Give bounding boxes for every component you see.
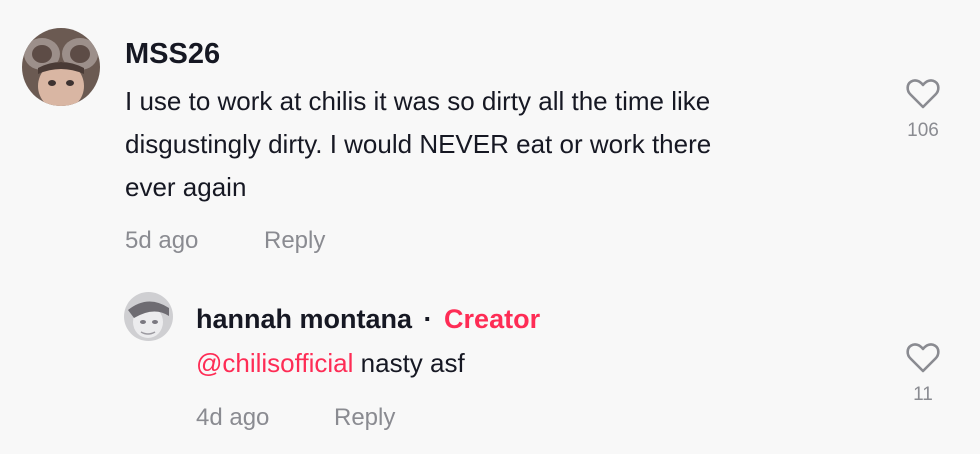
- reply-reply-button[interactable]: Reply: [334, 404, 395, 432]
- reply-text-body: nasty asf: [353, 348, 465, 378]
- reply-like-button[interactable]: 11: [893, 342, 953, 406]
- heart-outline-icon: [906, 79, 940, 109]
- comment-like-button[interactable]: 106: [893, 78, 953, 142]
- reply-separator: ·: [423, 304, 433, 334]
- reply-text: @chilisofficial nasty asf: [196, 342, 465, 385]
- reply-avatar[interactable]: [124, 292, 173, 341]
- reply-timestamp: 4d ago: [196, 404, 270, 431]
- comment-timestamp: 5d ago: [125, 227, 199, 254]
- heart-outline-icon: [906, 343, 940, 373]
- user-photo-avatar-icon: [22, 28, 100, 106]
- comment-like-count: 106: [907, 120, 939, 141]
- comment-reply-button[interactable]: Reply: [264, 227, 325, 255]
- reply-username-row: hannah montana · Creator: [196, 304, 540, 335]
- reply-like-count: 11: [913, 384, 933, 405]
- comment-text: I use to work at chilis it was so dirty …: [125, 80, 711, 209]
- comment-username[interactable]: MSS26: [125, 38, 220, 71]
- comment-text-line: ever again: [125, 172, 247, 202]
- user-photo-avatar-icon: [124, 292, 173, 341]
- comment-avatar[interactable]: [22, 28, 100, 106]
- reply-username[interactable]: hannah montana: [196, 304, 412, 334]
- comment-text-line: I use to work at chilis it was so dirty …: [125, 86, 711, 116]
- comment-text-line: disgustingly dirty. I would NEVER eat or…: [125, 129, 712, 159]
- creator-badge: Creator: [444, 304, 541, 334]
- mention-link[interactable]: @chilisofficial: [196, 348, 353, 378]
